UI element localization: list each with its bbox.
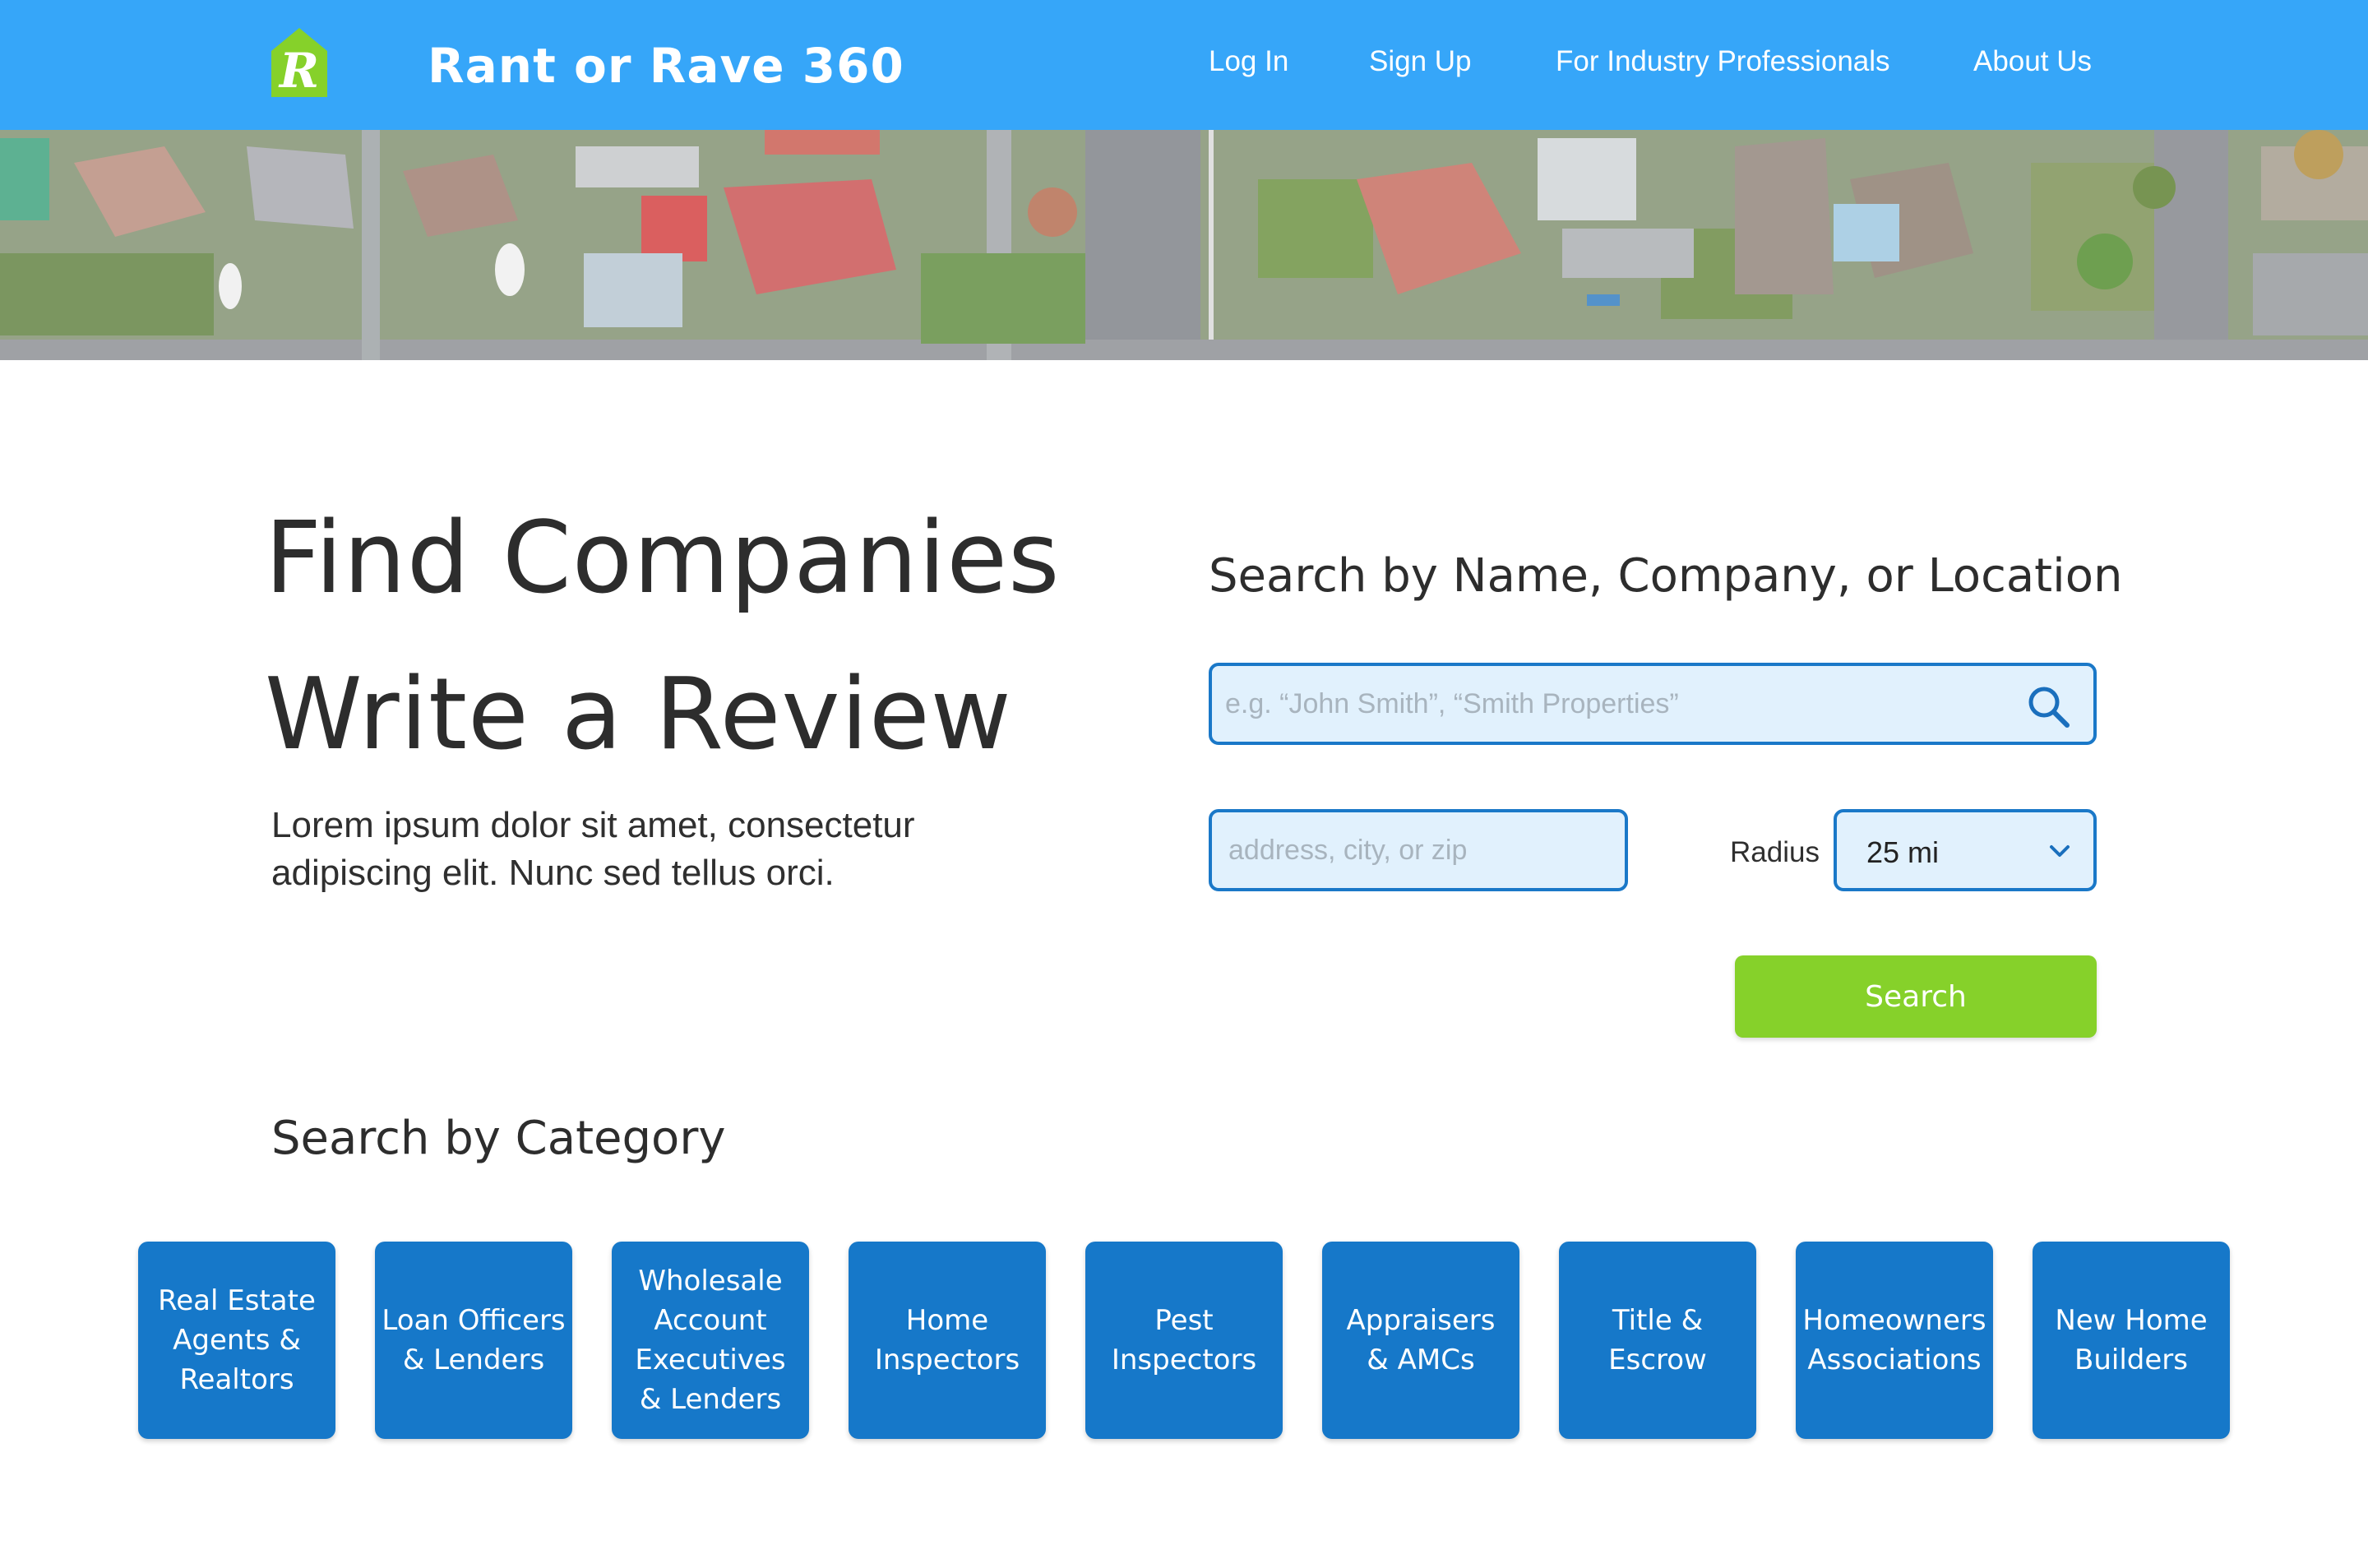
location-input[interactable] bbox=[1228, 812, 1615, 888]
brand-name[interactable]: Rant or Rave 360 bbox=[428, 38, 904, 94]
headline-find-companies: Find Companies bbox=[265, 502, 1061, 616]
search-section-title: Search by Name, Company, or Location bbox=[1209, 549, 2123, 603]
category-real-estate-agents[interactable]: Real Estate Agents & Realtors bbox=[138, 1242, 335, 1439]
category-label: Home Inspectors bbox=[874, 1304, 1020, 1376]
name-search-input[interactable] bbox=[1225, 666, 2014, 742]
chevron-down-icon bbox=[2050, 845, 2070, 857]
category-appraisers-amcs[interactable]: Appraisers & AMCs bbox=[1322, 1242, 1519, 1439]
hero-overlay bbox=[0, 130, 2368, 360]
page: R Rant or Rave 360 Log In Sign Up For In… bbox=[0, 0, 2368, 1568]
svg-text:R: R bbox=[278, 43, 319, 99]
category-label: Real Estate Agents & Realtors bbox=[158, 1284, 316, 1396]
nav-sign-up[interactable]: Sign Up bbox=[1369, 45, 1472, 78]
category-new-home-builders[interactable]: New Home Builders bbox=[2033, 1242, 2230, 1439]
category-label: Title & Escrow bbox=[1608, 1304, 1707, 1376]
category-label: Pest Inspectors bbox=[1111, 1304, 1257, 1376]
nav-about-us[interactable]: About Us bbox=[1973, 45, 2092, 78]
hero-banner-image bbox=[0, 130, 2368, 360]
category-label: New Home Builders bbox=[2055, 1304, 2208, 1376]
category-wholesale-account-executives[interactable]: Wholesale Account Executives & Lenders bbox=[612, 1242, 809, 1439]
nav-industry-professionals[interactable]: For Industry Professionals bbox=[1556, 45, 1890, 78]
category-label: Appraisers & AMCs bbox=[1346, 1304, 1496, 1376]
name-search-field[interactable] bbox=[1209, 663, 2097, 745]
nav-log-in[interactable]: Log In bbox=[1209, 45, 1288, 78]
category-label: Wholesale Account Executives & Lenders bbox=[635, 1265, 786, 1416]
category-title-escrow[interactable]: Title & Escrow bbox=[1559, 1242, 1756, 1439]
category-pest-inspectors[interactable]: Pest Inspectors bbox=[1085, 1242, 1283, 1439]
intro-paragraph: Lorem ipsum dolor sit amet, consectetur … bbox=[271, 805, 915, 893]
category-label: Loan Officers & Lenders bbox=[382, 1304, 566, 1376]
category-loan-officers[interactable]: Loan Officers & Lenders bbox=[375, 1242, 572, 1439]
radius-dropdown[interactable]: 25 mi bbox=[1834, 809, 2097, 891]
headline-write-review: Write a Review bbox=[265, 658, 1012, 772]
location-field[interactable] bbox=[1209, 809, 1628, 891]
house-r-logo-icon[interactable]: R bbox=[270, 26, 329, 99]
radius-selected-value: 25 mi bbox=[1866, 835, 1940, 869]
search-button[interactable]: Search bbox=[1735, 955, 2097, 1038]
category-home-inspectors[interactable]: Home Inspectors bbox=[849, 1242, 1046, 1439]
radius-label: Radius bbox=[1730, 836, 1820, 868]
category-label: Homeowners Associations bbox=[1802, 1304, 1986, 1376]
category-grid: Real Estate Agents & Realtors Loan Offic… bbox=[138, 1242, 2230, 1439]
search-icon[interactable] bbox=[2026, 684, 2070, 728]
top-navbar: R Rant or Rave 360 Log In Sign Up For In… bbox=[0, 0, 2368, 130]
category-section-title: Search by Category bbox=[271, 1112, 726, 1165]
category-homeowners-associations[interactable]: Homeowners Associations bbox=[1796, 1242, 1993, 1439]
